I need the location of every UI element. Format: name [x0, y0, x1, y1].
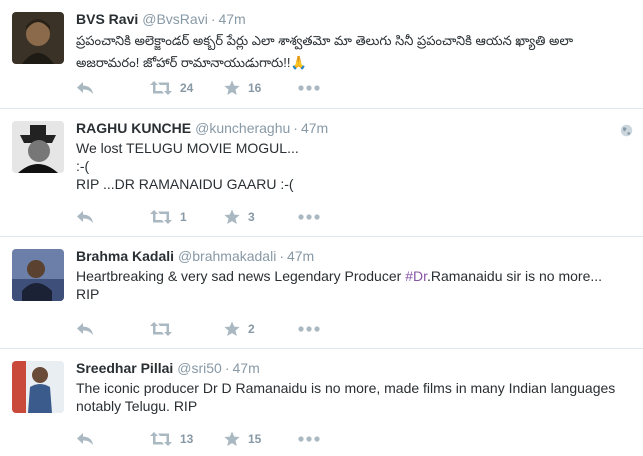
more-dots-icon: [298, 85, 320, 91]
separator-dot: ·: [293, 120, 298, 136]
favorite-count: 16: [248, 81, 262, 95]
more-button[interactable]: [298, 85, 320, 91]
person-portrait-icon: [12, 361, 64, 413]
tweet-text: We lost TELUGU MOVIE MOGUL... :-( RIP ..…: [76, 140, 299, 192]
favorite-count: 15: [248, 432, 262, 446]
reply-icon: [77, 82, 93, 94]
person-portrait-icon: [12, 12, 64, 64]
avatar[interactable]: [12, 249, 64, 301]
retweet-button[interactable]: 24: [150, 81, 224, 95]
separator-dot: ·: [279, 248, 284, 264]
more-button[interactable]: [298, 214, 320, 220]
reply-icon: [77, 211, 93, 223]
avatar[interactable]: [12, 361, 64, 413]
author-username[interactable]: @kuncheraghu: [195, 120, 290, 136]
tweet-text: The iconic producer Dr D Ramanaidu is no…: [76, 380, 616, 414]
more-button[interactable]: [298, 326, 320, 332]
retweet-button[interactable]: 1: [150, 210, 224, 224]
tweet-text: ప్రపంచానికి అలెక్జాండర్ అక్బర్ పేర్లు ఎల…: [76, 33, 574, 70]
reply-button[interactable]: [76, 322, 150, 336]
separator-dot: ·: [210, 11, 216, 27]
tweet-feed: BVS Ravi @BvsRavi · 47m ప్రపంచానికి అలెక్జా…: [0, 0, 643, 456]
star-icon: [224, 80, 240, 95]
author-fullname[interactable]: Sreedhar Pillai: [76, 360, 173, 376]
star-icon: [224, 209, 240, 224]
author-username[interactable]: @sri50: [177, 360, 222, 376]
separator-dot: ·: [224, 360, 230, 376]
tweet[interactable]: BVS Ravi @BvsRavi · 47m ప్రపంచానికి అలెక్జా…: [0, 0, 643, 109]
star-icon: [224, 431, 240, 446]
tweet-actions: 24 16: [76, 78, 320, 98]
tweet-timestamp[interactable]: 47m: [233, 360, 260, 376]
retweet-count: 13: [180, 432, 194, 446]
globe-icon[interactable]: [620, 124, 633, 137]
reply-icon: [77, 433, 93, 445]
author-fullname[interactable]: BVS Ravi: [76, 11, 138, 27]
retweet-icon: [150, 81, 172, 95]
author-fullname[interactable]: Brahma Kadali: [76, 248, 174, 264]
retweet-button[interactable]: [150, 322, 224, 336]
retweet-button[interactable]: 13: [150, 432, 224, 446]
favorite-button[interactable]: 16: [224, 80, 298, 96]
retweet-count: 1: [180, 210, 187, 224]
avatar[interactable]: [12, 121, 64, 173]
retweet-icon: [150, 210, 172, 224]
tweet-actions: 13 15: [76, 429, 320, 449]
author-fullname[interactable]: RAGHU KUNCHE: [76, 120, 191, 136]
reply-button[interactable]: [76, 432, 150, 446]
hashtag-link[interactable]: #Dr: [405, 268, 427, 284]
tweet[interactable]: RAGHU KUNCHE @kuncheraghu · 47m We lost TEL…: [0, 109, 643, 237]
more-button[interactable]: [298, 436, 320, 442]
tweet[interactable]: Brahma Kadali @brahmakadali · 47m Heartbrea…: [0, 237, 643, 349]
star-icon: [224, 321, 240, 336]
reply-icon: [77, 323, 93, 335]
retweet-icon: [150, 322, 172, 336]
author-username[interactable]: @brahmakadali: [178, 248, 276, 264]
avatar[interactable]: [12, 12, 64, 64]
favorite-button[interactable]: 15: [224, 431, 298, 447]
reply-button[interactable]: [76, 81, 150, 95]
author-username[interactable]: @BvsRavi: [142, 11, 208, 27]
retweet-icon: [150, 432, 172, 446]
retweet-count: 24: [180, 81, 194, 95]
favorite-button[interactable]: 3: [224, 209, 298, 225]
tweet-actions: 2: [76, 319, 320, 339]
favorite-button[interactable]: 2: [224, 321, 298, 337]
tweet-timestamp[interactable]: 47m: [301, 120, 328, 136]
favorite-count: 2: [248, 322, 255, 336]
more-dots-icon: [298, 214, 320, 220]
person-portrait-icon: [12, 249, 64, 301]
favorite-count: 3: [248, 210, 255, 224]
more-dots-icon: [298, 326, 320, 332]
tweet-timestamp[interactable]: 47m: [287, 248, 314, 264]
tweet-timestamp[interactable]: 47m: [218, 11, 245, 27]
tweet-text: Heartbreaking & very sad news Legendary …: [76, 267, 629, 303]
tweet[interactable]: Sreedhar Pillai @sri50 · 47m The iconic pro…: [0, 349, 643, 456]
reply-button[interactable]: [76, 210, 150, 224]
tweet-actions: 1 3: [76, 207, 320, 227]
tweet-text-part: Heartbreaking & very sad news Legendary …: [76, 268, 406, 284]
person-portrait-icon: [12, 121, 64, 173]
more-dots-icon: [298, 436, 320, 442]
